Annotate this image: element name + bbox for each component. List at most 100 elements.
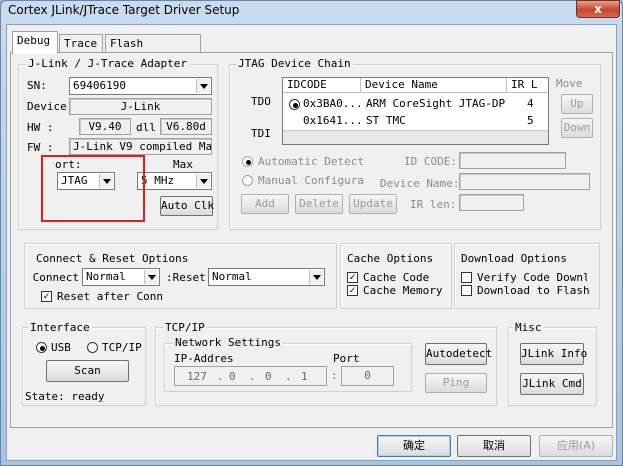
row-1-ir-len[interactable]: 5 — [527, 114, 534, 127]
move-label: Move — [556, 77, 583, 90]
adapter-group-title: J-Link / J-Trace Adapter — [26, 57, 189, 70]
cache-memory-label: Cache Memory — [363, 284, 443, 297]
row-0-device-name[interactable]: ARM CoreSight JTAG-DP — [366, 97, 505, 110]
download-to-flash-label: Download to Flash — [477, 284, 590, 297]
verify-code-label: Verify Code Downlo — [477, 271, 587, 284]
auto-clk-button[interactable]: Auto Clk — [160, 196, 214, 216]
window-title: Cortex JLink/JTrace Target Driver Setup — [8, 3, 240, 17]
network-settings-title: Network Settings — [173, 336, 283, 349]
chevron-down-icon — [309, 270, 323, 284]
sn-select[interactable]: 69406190 — [69, 77, 212, 95]
update-button[interactable]: Update — [349, 194, 397, 214]
ip-dot: . — [217, 370, 224, 383]
ping-button[interactable]: Ping — [425, 373, 487, 393]
connect-label: Connect: — [31, 271, 79, 284]
jlink-cmd-button[interactable]: JLink Cmd — [520, 373, 584, 395]
row-1-device-name[interactable]: ST TMC — [366, 114, 406, 127]
reset-value: Normal — [212, 270, 252, 283]
reset-select[interactable]: Normal — [208, 268, 325, 286]
id-code-field[interactable] — [459, 152, 566, 169]
jlink-info-button[interactable]: JLink Info — [520, 343, 587, 365]
col-ir-len[interactable]: IR L — [507, 78, 548, 93]
reset-after-connect-checkbox[interactable]: ✓ — [41, 291, 52, 302]
connect-value: Normal — [86, 270, 126, 283]
row-selected-icon — [289, 99, 300, 110]
cache-code-checkbox[interactable]: ✓ — [347, 272, 358, 283]
ip-dot: . — [249, 370, 256, 383]
device-field: J-Link — [69, 98, 212, 115]
auto-detect-radio[interactable] — [242, 156, 253, 167]
manual-config-radio[interactable] — [242, 175, 253, 186]
max-clock-value: MHz — [154, 174, 175, 187]
cache-code-label: Cache Code — [363, 271, 430, 284]
tcpip-radio-label: TCP/IP — [102, 341, 142, 354]
ip-address-label: IP-Addres — [174, 352, 234, 365]
fw-label: FW : — [27, 141, 54, 154]
tab-debug[interactable]: Debug — [12, 31, 58, 54]
misc-group-title: Misc — [513, 321, 544, 334]
interface-group-title: Interface — [28, 321, 92, 334]
autodetect-button[interactable]: Autodetect — [425, 343, 492, 365]
dll-label: dll — [136, 121, 156, 134]
jtag-device-list[interactable]: IDCODE Device Name IR L 0x3BA0... ARM Co… — [282, 77, 549, 145]
tcpip-radio[interactable] — [87, 342, 98, 353]
tcpip-group-title: TCP/IP — [163, 321, 207, 334]
ip-octet-4: 1 — [301, 370, 308, 383]
move-up-button[interactable]: Up — [561, 94, 593, 114]
close-button[interactable]: x — [576, 0, 620, 18]
port-field[interactable]: 0 — [341, 366, 394, 386]
cache-options-group-title: Cache Options — [345, 252, 436, 265]
tdo-label: TDO — [251, 95, 271, 108]
sn-value: 69406190 — [73, 79, 126, 92]
row-0-ir-len[interactable]: 4 — [527, 97, 534, 110]
ip-address-field[interactable]: 127 . 0 . 0 . 1 — [174, 366, 327, 386]
jtag-group-title: JTAG Device Chain — [236, 57, 353, 70]
usb-radio[interactable] — [36, 342, 47, 353]
device-name-label: Device Name: — [380, 177, 460, 190]
scan-button[interactable]: Scan — [46, 360, 129, 382]
ir-len-field[interactable] — [459, 194, 524, 211]
verify-code-checkbox[interactable] — [461, 272, 472, 283]
fw-field: J-Link V9 compiled May — [69, 138, 212, 155]
max-clock-select[interactable]: 5 MHz — [137, 172, 212, 190]
apply-button[interactable]: 应用(A) — [539, 435, 613, 457]
ok-button[interactable]: 确定 — [377, 435, 451, 457]
chevron-down-icon — [196, 174, 210, 188]
ip-octet-2: 0 — [229, 370, 236, 383]
col-idcode[interactable]: IDCODE — [283, 78, 361, 93]
cache-memory-checkbox[interactable]: ✓ — [347, 285, 358, 296]
tab-trace[interactable]: Trace — [59, 34, 103, 53]
download-to-flash-checkbox[interactable] — [461, 285, 472, 296]
hw-field: V9.40 — [79, 118, 131, 135]
manual-config-label: Manual Configurati — [258, 174, 364, 187]
id-code-label: ID CODE: — [404, 155, 457, 168]
move-down-button[interactable]: Down — [561, 118, 593, 138]
highlight-box — [41, 155, 145, 222]
usb-label: USB — [51, 341, 71, 354]
chevron-down-icon — [196, 79, 210, 93]
device-name-field[interactable] — [459, 173, 590, 190]
col-device-name[interactable]: Device Name — [361, 78, 507, 93]
ir-len-label: IR len: — [410, 198, 457, 211]
ip-octet-3: 0 — [265, 370, 272, 383]
dll-field: V6.80d — [160, 118, 212, 135]
chevron-down-icon — [144, 270, 158, 284]
add-button[interactable]: Add — [241, 194, 289, 214]
ip-port-separator: : — [331, 369, 338, 382]
download-options-group-title: Download Options — [459, 252, 569, 265]
auto-detect-label: Automatic Detectio — [258, 155, 364, 168]
delete-button[interactable]: Delete — [295, 194, 343, 214]
reset-after-connect-label: Reset after Conn — [57, 290, 163, 303]
device-label: Device: — [27, 100, 74, 113]
port-number-label: Port — [333, 352, 360, 365]
horizontal-scrollbar[interactable] — [283, 130, 548, 144]
tdi-label: TDI — [251, 127, 271, 140]
interface-state: State: ready — [25, 390, 105, 403]
row-0-idcode[interactable]: 0x3BA0... — [303, 97, 363, 110]
cancel-button[interactable]: 取消 — [457, 435, 531, 457]
row-1-idcode[interactable]: 0x1641... — [303, 114, 363, 127]
connect-reset-group-title: Connect & Reset Options — [34, 252, 191, 265]
ip-dot: . — [285, 370, 292, 383]
connect-select[interactable]: Normal — [82, 268, 160, 286]
tab-flash-download[interactable]: Flash Download — [105, 34, 201, 63]
